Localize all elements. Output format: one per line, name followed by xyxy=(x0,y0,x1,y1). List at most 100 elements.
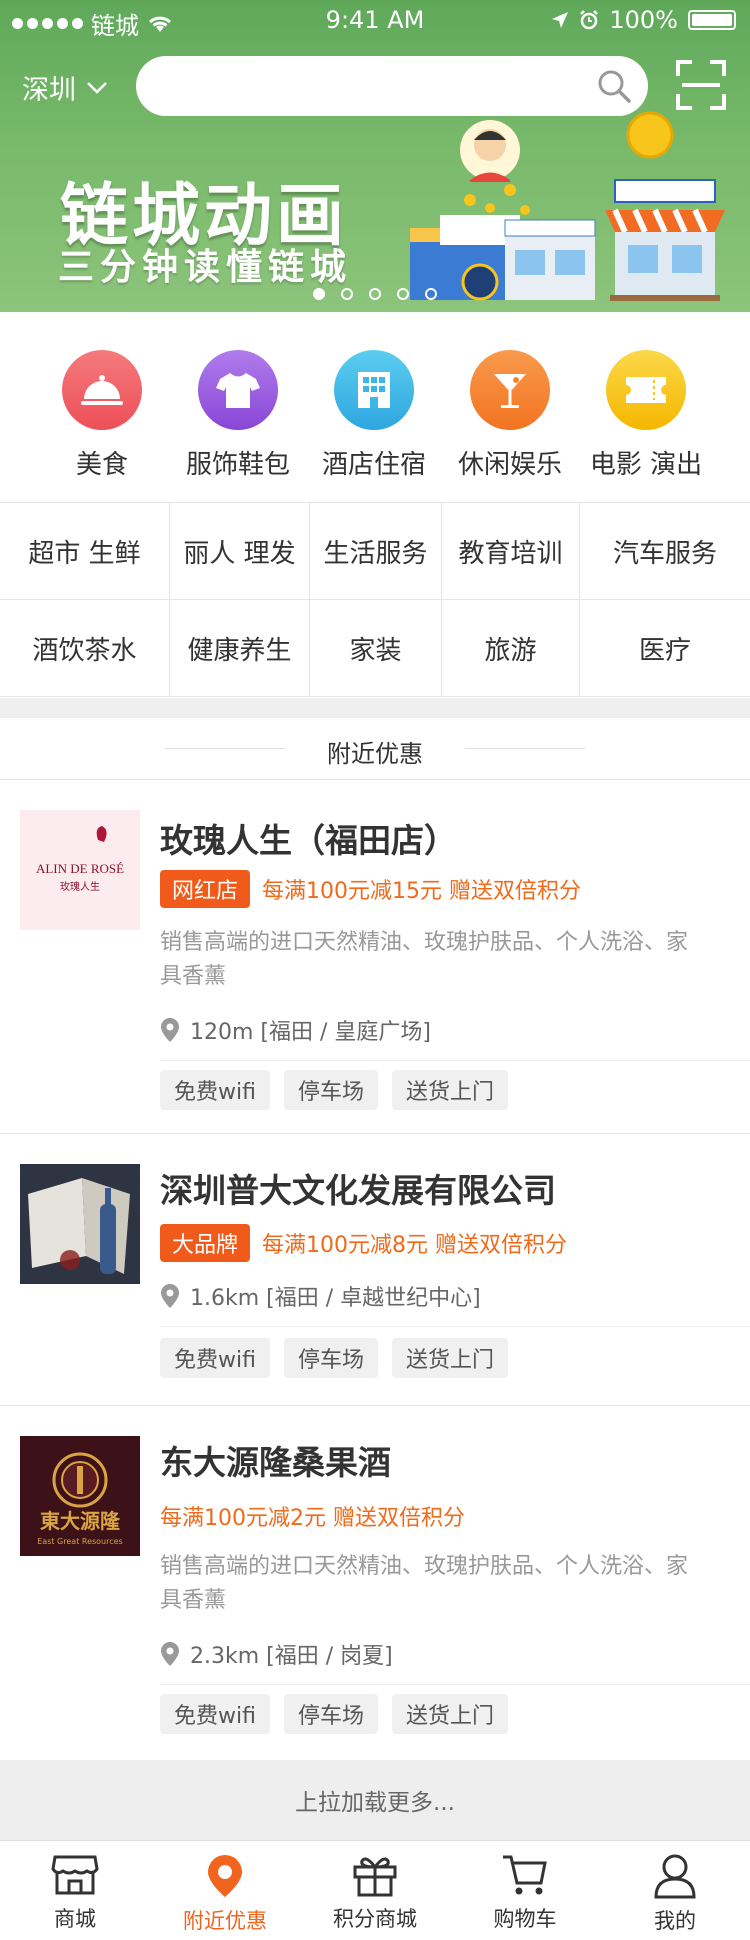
logo-text: 東大源隆 xyxy=(40,1509,121,1533)
store-promo: 网红店 每满100元减15元 赠送双倍积分 xyxy=(160,870,581,908)
store-thumbnail: ALIN DE ROSÉ 玫瑰人生 xyxy=(20,810,140,930)
store-name: 玫瑰人生（福田店） xyxy=(160,821,457,860)
feature-tag: 送货上门 xyxy=(391,1338,508,1378)
subcategory-item[interactable]: 超市 生鲜 xyxy=(0,503,170,599)
subcategory-item[interactable]: 健康养生 xyxy=(170,600,310,696)
category-food[interactable]: 美食 xyxy=(34,350,170,481)
user-icon xyxy=(654,1854,696,1899)
chevron-down-icon xyxy=(87,81,107,94)
pager-dot[interactable] xyxy=(425,288,437,300)
logo-subtext: 玫瑰人生 xyxy=(60,880,100,893)
subcategory-row: 超市 生鲜 丽人 理发 生活服务 教育培训 汽车服务 xyxy=(0,503,750,600)
tab-label: 积分商城 xyxy=(333,1907,417,1931)
tab-label: 商城 xyxy=(54,1907,96,1931)
tab-label: 购物车 xyxy=(493,1907,557,1931)
location-pin-icon xyxy=(208,1855,242,1897)
pager-dot[interactable] xyxy=(397,288,409,300)
ticket-icon xyxy=(606,350,686,430)
feature-tag: 停车场 xyxy=(283,1070,378,1110)
cloche-icon xyxy=(62,350,142,430)
subcategory-item[interactable]: 旅游 xyxy=(442,600,580,696)
subcategory-item[interactable]: 生活服务 xyxy=(310,503,442,599)
cocktail-icon xyxy=(470,350,550,430)
category-icons: 美食 服饰鞋包 酒店住宿 休闲娱乐 电影 演出 xyxy=(0,350,750,481)
logo-subtext: East Great Resources xyxy=(37,1537,122,1546)
store-tag: 大品牌 xyxy=(160,1224,251,1262)
feature-tags: 免费wifi 停车场 送货上门 xyxy=(160,1070,508,1110)
store-card[interactable]: 深圳普大文化发展有限公司 大品牌 每满100元减8元 赠送双倍积分 1.6km … xyxy=(0,1134,750,1406)
store-card[interactable]: 東大源隆 East Great Resources 东大源隆桑果酒 每满100元… xyxy=(0,1406,750,1760)
subcategory-item[interactable]: 汽车服务 xyxy=(580,503,750,599)
section-title: 附近优惠 xyxy=(327,740,423,768)
subcategory-grid: 超市 生鲜 丽人 理发 生活服务 教育培训 汽车服务 酒饮茶水 健康养生 家装 … xyxy=(0,502,750,697)
tab-bar: 商城 附近优惠 积分商城 购物车 我的 xyxy=(0,1840,750,1940)
divider-line xyxy=(465,748,585,749)
store-location: 2.3km [福田 / 岗夏] xyxy=(160,1638,750,1685)
load-more[interactable]: 上拉加载更多... xyxy=(0,1760,750,1840)
location-text: 1.6km [福田 / 卓越世纪中心] xyxy=(190,1286,481,1311)
battery-percent: 100% xyxy=(609,6,678,34)
feature-tags: 免费wifi 停车场 送货上门 xyxy=(160,1694,508,1734)
subcategory-item[interactable]: 家装 xyxy=(310,600,442,696)
tab-cart[interactable]: 购物车 xyxy=(450,1841,600,1940)
feature-tag: 免费wifi xyxy=(160,1338,270,1378)
city-selector[interactable]: 深圳 xyxy=(22,68,108,107)
search-input[interactable] xyxy=(160,56,590,116)
scan-icon[interactable] xyxy=(676,60,726,110)
tab-profile[interactable]: 我的 xyxy=(600,1841,750,1940)
store-promo: 大品牌 每满100元减8元 赠送双倍积分 xyxy=(160,1224,567,1262)
pager-dot[interactable] xyxy=(369,288,381,300)
status-bar: 链城 9:41 AM 100% xyxy=(0,0,750,40)
tab-mall[interactable]: 商城 xyxy=(0,1841,150,1940)
battery-icon xyxy=(688,10,736,30)
category-label: 电影 演出 xyxy=(589,450,703,480)
category-label: 服饰鞋包 xyxy=(185,450,290,480)
category-leisure[interactable]: 休闲娱乐 xyxy=(442,350,578,481)
search-bar[interactable] xyxy=(136,56,648,116)
subcategory-row: 酒饮茶水 健康养生 家装 旅游 医疗 xyxy=(0,600,750,697)
pager-dot[interactable] xyxy=(341,288,353,300)
banner-pager xyxy=(0,288,750,300)
feature-tag: 送货上门 xyxy=(391,1694,508,1734)
store-description: 销售高端的进口天然精油、玫瑰护肤品、个人洗浴、家具香薰 xyxy=(160,1554,689,1613)
store-card[interactable]: ALIN DE ROSÉ 玫瑰人生 玫瑰人生（福田店） 网红店 每满100元减1… xyxy=(0,780,750,1134)
location-arrow-icon xyxy=(552,12,569,28)
store-tag: 网红店 xyxy=(160,870,251,908)
category-movies[interactable]: 电影 演出 xyxy=(578,350,714,481)
cart-icon xyxy=(503,1855,547,1895)
tab-points-mall[interactable]: 积分商城 xyxy=(300,1841,450,1940)
nearby-section-header: 附近优惠 xyxy=(0,718,750,780)
feature-tag: 免费wifi xyxy=(160,1070,270,1110)
store-thumbnail xyxy=(20,1164,140,1284)
category-label: 酒店住宿 xyxy=(321,450,426,480)
tab-label: 我的 xyxy=(654,1909,696,1933)
subcategory-item[interactable]: 酒饮茶水 xyxy=(0,600,170,696)
alarm-icon xyxy=(580,10,599,30)
banner-subtitle: 三分钟读懂链城 xyxy=(58,247,353,288)
pager-dot[interactable] xyxy=(313,288,325,300)
tshirt-icon xyxy=(198,350,278,430)
header-banner: 链城 9:41 AM 100% 深圳 链城动画 三分钟读懂链城 xyxy=(0,0,750,312)
store-thumbnail: 東大源隆 East Great Resources xyxy=(20,1436,140,1556)
location-pin-icon xyxy=(161,1642,179,1666)
promo-text: 每满100元减15元 赠送双倍积分 xyxy=(262,879,581,904)
subcategory-item[interactable]: 医疗 xyxy=(580,600,750,696)
subcategory-item[interactable]: 丽人 理发 xyxy=(170,503,310,599)
category-apparel[interactable]: 服饰鞋包 xyxy=(170,350,306,481)
category-label: 美食 xyxy=(75,450,128,480)
store-icon xyxy=(51,1855,99,1895)
tab-nearby-deals[interactable]: 附近优惠 xyxy=(150,1841,300,1940)
feature-tag: 送货上门 xyxy=(391,1070,508,1110)
category-label: 休闲娱乐 xyxy=(457,450,562,480)
category-hotel[interactable]: 酒店住宿 xyxy=(306,350,442,481)
store-location: 120m [福田 / 皇庭广场] xyxy=(160,1014,750,1061)
gift-icon xyxy=(353,1857,397,1897)
subcategory-item[interactable]: 教育培训 xyxy=(442,503,580,599)
location-text: 2.3km [福田 / 岗夏] xyxy=(190,1644,393,1669)
feature-tag: 免费wifi xyxy=(160,1694,270,1734)
search-icon[interactable] xyxy=(596,68,632,104)
feature-tags: 免费wifi 停车场 送货上门 xyxy=(160,1338,508,1378)
store-promo: 每满100元减2元 赠送双倍积分 xyxy=(160,1500,465,1532)
building-icon xyxy=(334,350,414,430)
location-pin-icon xyxy=(161,1284,179,1308)
